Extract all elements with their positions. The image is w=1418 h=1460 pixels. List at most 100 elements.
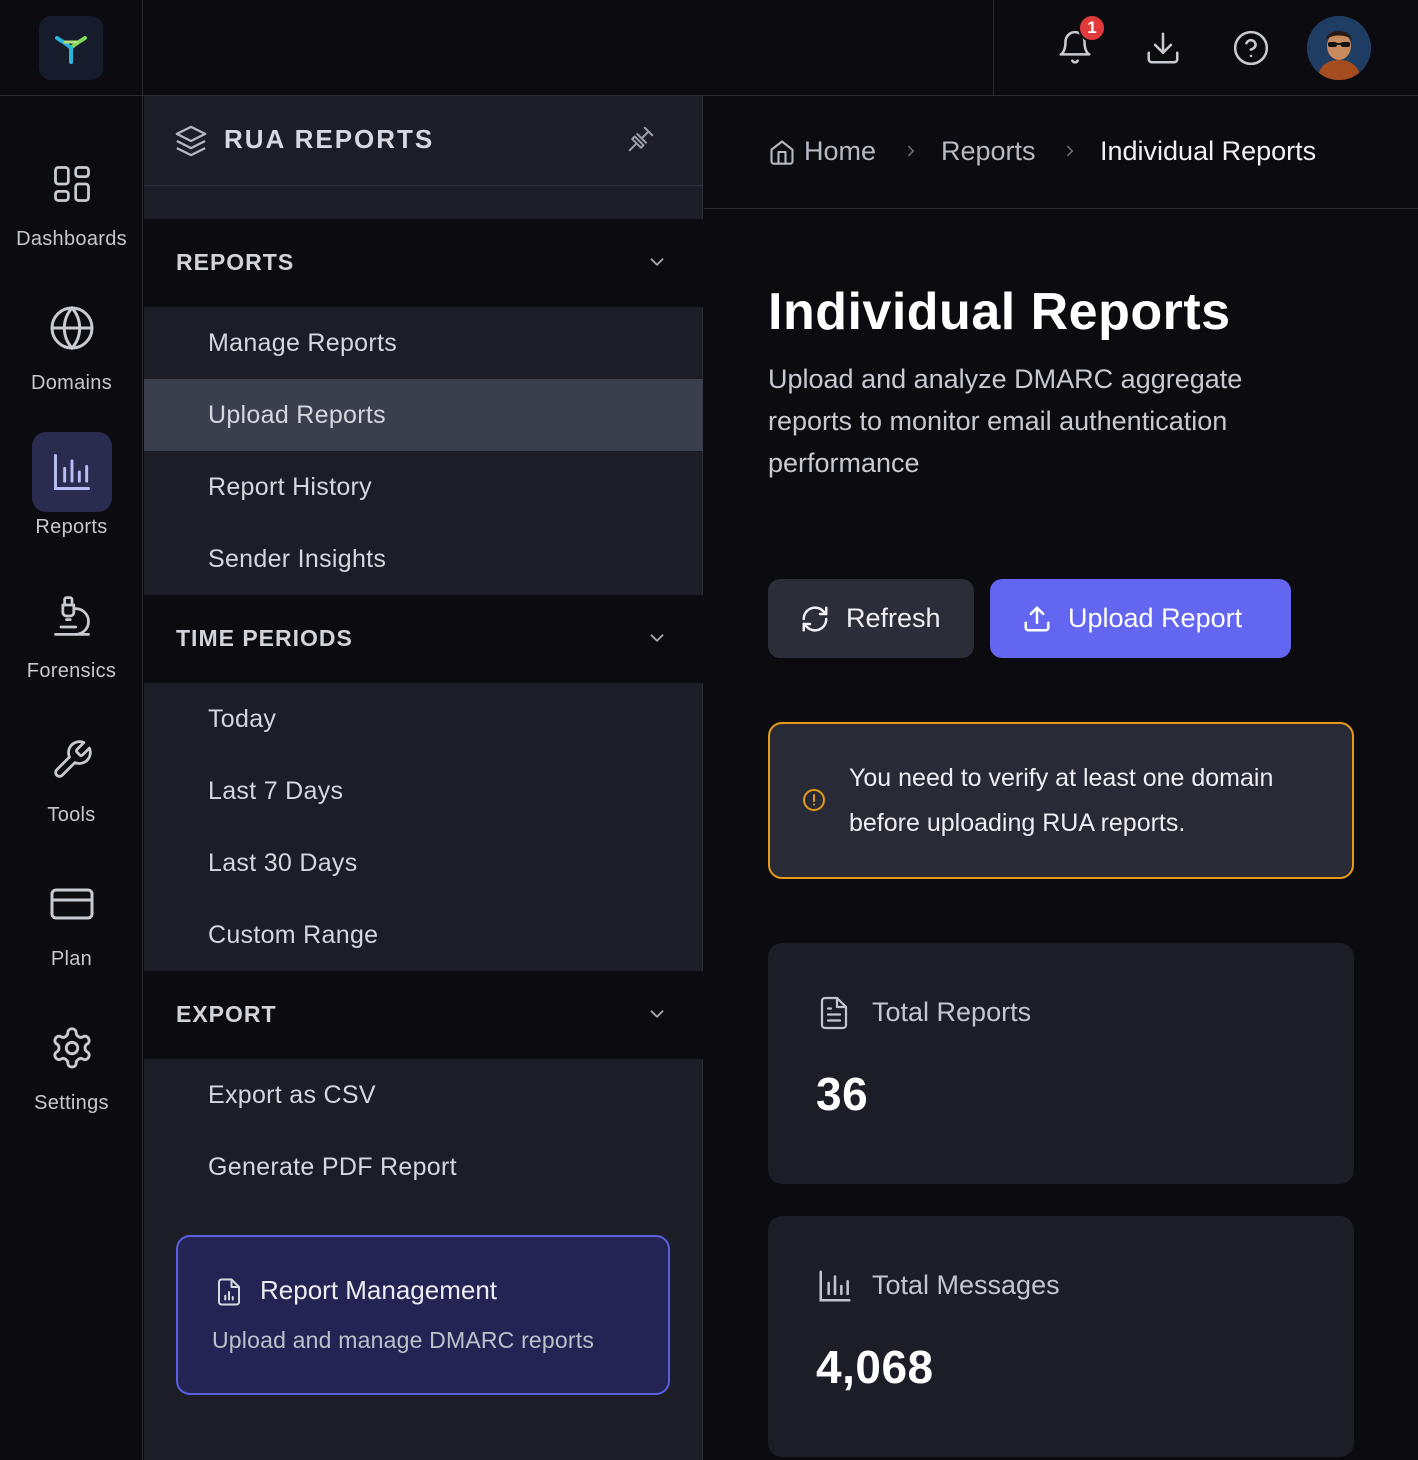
rail-item-domains[interactable]: Domains <box>0 288 143 408</box>
wrench-icon <box>32 720 112 800</box>
menu-item-last-30-days[interactable]: Last 30 Days <box>144 827 703 899</box>
section-reports-label: REPORTS <box>176 249 295 275</box>
menu-item-last-7-days[interactable]: Last 7 Days <box>144 755 703 827</box>
breadcrumb-current: Individual Reports <box>1100 136 1317 166</box>
chevron-right-icon <box>902 142 920 165</box>
sidebar-header: RUA REPORTS <box>144 96 703 186</box>
main-content: Home Reports Individual Reports Individu… <box>704 96 1418 1460</box>
page-title: Individual Reports <box>768 283 1231 341</box>
rail-label-domains: Domains <box>30 372 113 394</box>
notifications-button[interactable]: 1 <box>1051 14 1106 72</box>
verify-domain-alert: You need to verify at least one domain b… <box>768 722 1354 879</box>
menu-item-upload-reports[interactable]: Upload Reports <box>144 379 703 451</box>
top-actions: 1 <box>993 0 1418 96</box>
upload-report-button[interactable]: Upload Report <box>990 579 1291 658</box>
credit-card-icon <box>32 864 112 944</box>
download-button[interactable] <box>1139 24 1187 72</box>
menu-item-label: Generate PDF Report <box>208 1153 457 1181</box>
section-time-periods-label: TIME PERIODS <box>176 625 353 651</box>
menu-item-label: Today <box>208 705 277 733</box>
menu-item-generate-pdf[interactable]: Generate PDF Report <box>144 1131 703 1203</box>
app-logo[interactable] <box>39 16 103 80</box>
bar-chart-icon <box>31 432 112 512</box>
breadcrumb-reports[interactable]: Reports <box>941 136 1036 167</box>
file-chart-icon <box>214 1277 244 1312</box>
help-button[interactable] <box>1227 24 1275 72</box>
pin-icon[interactable] <box>626 124 656 159</box>
refresh-icon <box>800 604 830 634</box>
rail-label-dashboards: Dashboards <box>16 228 127 250</box>
menu-item-today[interactable]: Today <box>144 683 703 755</box>
left-rail: Dashboards Domains Reports Forensics Too… <box>0 96 143 1460</box>
rail-item-tools[interactable]: Tools <box>0 720 143 840</box>
help-circle-icon <box>1233 30 1269 66</box>
menu-item-label: Manage Reports <box>208 329 398 357</box>
menu-item-manage-reports[interactable]: Manage Reports <box>144 307 703 379</box>
globe-icon <box>32 288 112 368</box>
home-icon[interactable] <box>768 138 796 171</box>
menu-item-label: Last 30 Days <box>208 849 358 877</box>
rail-item-dashboards[interactable]: Dashboards <box>0 144 143 264</box>
rail-label-tools: Tools <box>47 804 96 826</box>
stat-value: 36 <box>816 1068 869 1120</box>
stat-label: Total Messages <box>872 1270 1060 1300</box>
sidebar-title: RUA REPORTS <box>224 124 435 154</box>
rail-item-plan[interactable]: Plan <box>0 864 143 984</box>
menu-item-label: Report History <box>208 473 372 501</box>
chevron-down-icon <box>646 1003 668 1030</box>
card-subtitle: Upload and manage DMARC reports <box>212 1327 595 1353</box>
layers-icon <box>174 124 208 163</box>
menu-item-sender-insights[interactable]: Sender Insights <box>144 523 703 595</box>
menu-item-export-csv[interactable]: Export as CSV <box>144 1059 703 1131</box>
stat-value: 4,068 <box>816 1341 934 1393</box>
breadcrumb: Home Reports Individual Reports <box>704 96 1418 209</box>
logo-icon <box>55 36 87 64</box>
rail-label-plan: Plan <box>50 948 93 970</box>
stat-card-total-reports: Total Reports 36 <box>768 943 1354 1184</box>
card-title: Report Management <box>260 1275 498 1305</box>
top-bar: 1 <box>0 0 1418 96</box>
dashboard-grid-icon <box>32 144 112 224</box>
report-management-card: Report Management Upload and manage DMAR… <box>176 1235 670 1395</box>
page-description: Upload and analyze DMARC aggregate repor… <box>768 364 1243 478</box>
refresh-label: Refresh <box>846 603 941 633</box>
section-export-header[interactable]: EXPORT <box>144 971 703 1059</box>
section-export-label: EXPORT <box>176 1001 277 1027</box>
refresh-button[interactable]: Refresh <box>768 579 974 658</box>
menu-item-label: Last 7 Days <box>208 777 344 805</box>
menu-item-label: Export as CSV <box>208 1081 376 1109</box>
bar-chart-icon <box>816 1266 854 1311</box>
breadcrumb-home[interactable]: Home <box>804 136 876 167</box>
menu-item-custom-range[interactable]: Custom Range <box>144 899 703 971</box>
download-icon <box>1147 32 1179 64</box>
menu-item-label: Custom Range <box>208 921 379 949</box>
chevron-right-icon <box>1061 142 1079 165</box>
alert-message: You need to verify at least one domain b… <box>849 764 1274 837</box>
gear-icon <box>32 1008 112 1088</box>
menu-item-label: Sender Insights <box>208 545 387 573</box>
alert-circle-icon <box>802 788 826 817</box>
stat-card-total-messages: Total Messages 4,068 <box>768 1216 1354 1457</box>
rail-label-forensics: Forensics <box>26 660 117 682</box>
upload-label: Upload Report <box>1068 603 1243 633</box>
menu-item-report-history[interactable]: Report History <box>144 451 703 523</box>
secondary-sidebar: RUA REPORTS REPORTS Manage Reports Uploa… <box>144 96 703 1460</box>
rail-label-settings: Settings <box>34 1092 109 1114</box>
user-avatar[interactable] <box>1307 16 1371 80</box>
chevron-down-icon <box>646 627 668 654</box>
chevron-down-icon <box>646 251 668 278</box>
rail-item-settings[interactable]: Settings <box>0 1008 143 1128</box>
stat-label: Total Reports <box>872 997 1032 1027</box>
rail-item-forensics[interactable]: Forensics <box>0 576 143 696</box>
upload-icon <box>1022 604 1052 634</box>
avatar-image <box>1307 16 1371 80</box>
logo-cell <box>0 0 143 96</box>
section-time-periods-header[interactable]: TIME PERIODS <box>144 595 703 683</box>
rail-label-reports: Reports <box>35 516 108 538</box>
document-icon <box>816 993 852 1038</box>
menu-item-label: Upload Reports <box>208 401 386 429</box>
notification-badge: 1 <box>1078 14 1106 42</box>
microscope-icon <box>32 576 112 656</box>
rail-item-reports[interactable]: Reports <box>0 432 143 552</box>
section-reports-header[interactable]: REPORTS <box>144 219 703 307</box>
